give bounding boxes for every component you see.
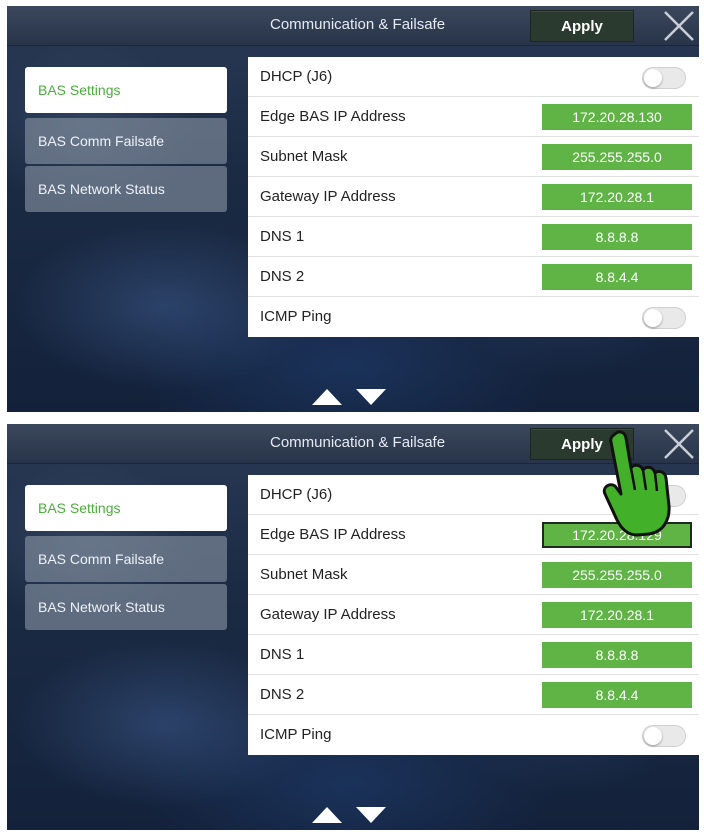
dns1-field[interactable]: 8.8.8.8 [542, 224, 692, 250]
row-label: Subnet Mask [260, 148, 348, 165]
toggle-knob [644, 727, 662, 745]
row-label: ICMP Ping [260, 726, 332, 743]
sidebar-item-label: BAS Settings [38, 500, 121, 516]
row-icmp-ping: ICMP Ping [248, 297, 699, 337]
sidebar-item-bas-comm-failsafe[interactable]: BAS Comm Failsafe [25, 536, 227, 582]
row-label: Subnet Mask [260, 566, 348, 583]
scroll-arrows [310, 801, 400, 825]
row-dns1: DNS 1 8.8.8.8 [248, 217, 699, 257]
sidebar-item-label: BAS Comm Failsafe [38, 133, 165, 149]
row-label: DHCP (J6) [260, 68, 333, 85]
page-title: Communication & Failsafe [270, 16, 446, 33]
sidebar-item-bas-network-status[interactable]: BAS Network Status [25, 166, 227, 212]
arrow-down-icon [356, 807, 386, 823]
page-title: Communication & Failsafe [270, 434, 446, 451]
icmp-ping-toggle[interactable] [642, 725, 686, 747]
arrow-up-icon [312, 389, 342, 405]
sidebar-item-label: BAS Network Status [38, 181, 165, 197]
apply-button[interactable]: Apply [530, 10, 634, 42]
row-dhcp: DHCP (J6) [248, 57, 699, 97]
pointing-hand-icon [597, 428, 677, 538]
row-subnet-mask: Subnet Mask 255.255.255.0 [248, 137, 699, 177]
row-label: DHCP (J6) [260, 486, 333, 503]
row-dns2: DNS 2 8.8.4.4 [248, 257, 699, 297]
row-label: Edge BAS IP Address [260, 526, 406, 543]
row-gateway-ip: Gateway IP Address 172.20.28.1 [248, 595, 699, 635]
title-bar: Communication & Failsafe Apply [7, 6, 699, 46]
close-icon[interactable] [661, 8, 697, 44]
gateway-ip-field[interactable]: 172.20.28.1 [542, 184, 692, 210]
row-icmp-ping: ICMP Ping [248, 715, 699, 755]
toggle-knob [644, 69, 662, 87]
row-subnet-mask: Subnet Mask 255.255.255.0 [248, 555, 699, 595]
subnet-mask-field[interactable]: 255.255.255.0 [542, 144, 692, 170]
screen-before: Communication & Failsafe Apply BAS Setti… [7, 6, 699, 412]
dns2-field[interactable]: 8.8.4.4 [542, 264, 692, 290]
arrow-up-icon [312, 807, 342, 823]
toggle-knob [644, 309, 662, 327]
row-label: Gateway IP Address [260, 188, 396, 205]
arrow-down-icon [356, 389, 386, 405]
title-bar: Communication & Failsafe Apply [7, 424, 699, 464]
dhcp-toggle[interactable] [642, 67, 686, 89]
sidebar-item-bas-comm-failsafe[interactable]: BAS Comm Failsafe [25, 118, 227, 164]
icmp-ping-toggle[interactable] [642, 307, 686, 329]
row-edge-bas-ip: Edge BAS IP Address 172.20.28.130 [248, 97, 699, 137]
row-label: DNS 2 [260, 268, 305, 285]
scroll-arrows [310, 383, 400, 407]
settings-table: DHCP (J6) Edge BAS IP Address 172.20.28.… [248, 57, 699, 337]
dns2-field[interactable]: 8.8.4.4 [542, 682, 692, 708]
sidebar-item-bas-network-status[interactable]: BAS Network Status [25, 584, 227, 630]
row-label: DNS 1 [260, 646, 305, 663]
row-dns1: DNS 1 8.8.8.8 [248, 635, 699, 675]
gateway-ip-field[interactable]: 172.20.28.1 [542, 602, 692, 628]
subnet-mask-field[interactable]: 255.255.255.0 [542, 562, 692, 588]
row-label: ICMP Ping [260, 308, 332, 325]
edge-bas-ip-field[interactable]: 172.20.28.130 [542, 104, 692, 130]
row-gateway-ip: Gateway IP Address 172.20.28.1 [248, 177, 699, 217]
row-dns2: DNS 2 8.8.4.4 [248, 675, 699, 715]
row-label: Gateway IP Address [260, 606, 396, 623]
row-label: DNS 2 [260, 686, 305, 703]
sidebar-item-label: BAS Comm Failsafe [38, 551, 165, 567]
screen-after: Communication & Failsafe Apply BAS Setti… [7, 424, 699, 830]
sidebar-item-bas-settings[interactable]: BAS Settings [25, 485, 227, 531]
sidebar-item-label: BAS Settings [38, 82, 121, 98]
dns1-field[interactable]: 8.8.8.8 [542, 642, 692, 668]
sidebar-item-bas-settings[interactable]: BAS Settings [25, 67, 227, 113]
row-label: DNS 1 [260, 228, 305, 245]
sidebar-item-label: BAS Network Status [38, 599, 165, 615]
row-label: Edge BAS IP Address [260, 108, 406, 125]
